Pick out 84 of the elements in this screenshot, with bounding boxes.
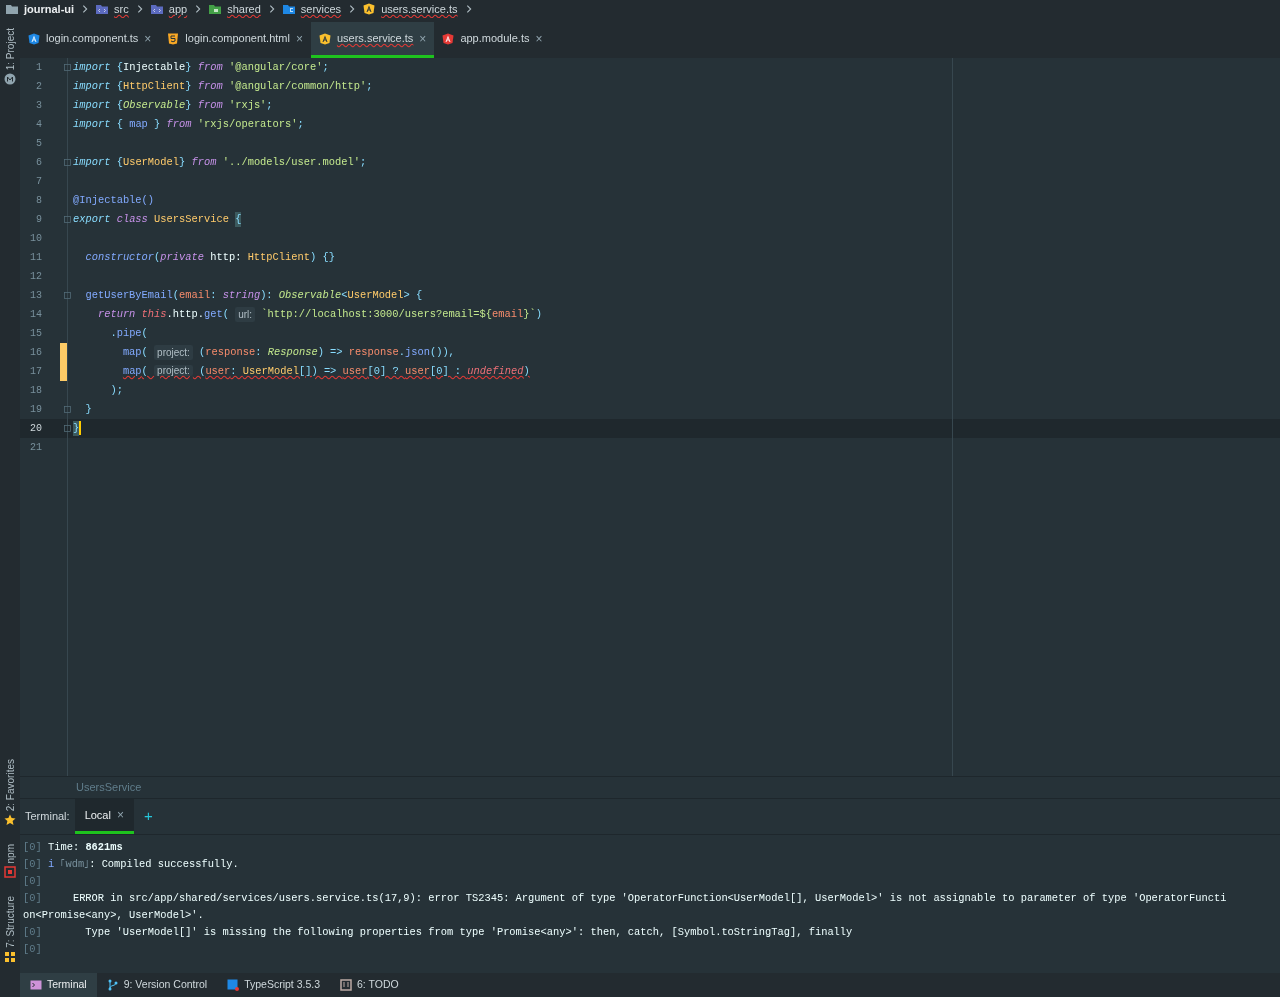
tool-window-button[interactable]: 9: Version Control — [96, 973, 218, 997]
line-number: 5 — [35, 137, 42, 151]
line-number: 17 — [29, 365, 42, 379]
add-button[interactable]: + — [133, 805, 163, 828]
breadcrumb-item[interactable]: shared — [227, 0, 261, 18]
breadcrumb-item[interactable]: src — [114, 0, 129, 18]
line-prefix: [0] — [23, 856, 42, 872]
terminal-line: on<Promise<any>, UserModel>'. — [23, 907, 204, 923]
terminal-line: Time: 8621ms — [46, 839, 123, 855]
tool-window-button[interactable]: 2: Favorites — [2, 758, 18, 811]
close-icon[interactable]: × — [116, 806, 124, 824]
line-number: 13 — [29, 289, 42, 303]
line-number: 6 — [35, 156, 42, 170]
line-number: 12 — [29, 270, 42, 284]
line-prefix: [0] — [23, 873, 42, 889]
fold-icon[interactable] — [63, 63, 72, 72]
line-prefix: [0] — [23, 839, 42, 855]
code-line: .pipe( — [109, 325, 148, 341]
line-number: 14 — [29, 308, 42, 322]
code-line: ); — [109, 382, 123, 398]
line-number: 2 — [35, 80, 42, 94]
breadcrumb-item[interactable]: journal-ui — [24, 0, 75, 18]
line-number: 4 — [35, 118, 42, 132]
line-number: 10 — [29, 232, 42, 246]
close-icon[interactable]: × — [535, 29, 543, 48]
breadcrumb-item[interactable]: services — [300, 0, 342, 18]
code-line: @Injectable() — [72, 192, 155, 208]
terminal-line: i ｢wdm｣: Compiled successfully. — [46, 856, 239, 872]
terminal-label: Terminal: — [24, 809, 71, 825]
code-line: return this.http.get( url: `http://localhost:3000/users?email=${email}`) — [96, 306, 542, 323]
terminal-line: Type 'UserModel[]' is missing the following properties from type 'Promise<any>': then, catch, [Symbol.toStringTag], finally — [84, 924, 853, 940]
tool-window-button[interactable]: Terminal — [20, 973, 97, 997]
line-number: 18 — [29, 384, 42, 398]
editor-tab[interactable]: login.component.ts × — [20, 22, 160, 58]
close-icon[interactable]: × — [419, 29, 427, 48]
tool-window-button[interactable]: 1: Project — [2, 28, 18, 71]
code-line: map( project: (user: UserModel[]) => user[0] ? user[0] : undefined) — [121, 364, 530, 380]
line-number: 21 — [29, 441, 42, 455]
fold-icon[interactable] — [63, 424, 72, 433]
line-number: 16 — [29, 346, 42, 360]
tool-window-button[interactable]: 6: TODO — [330, 973, 409, 997]
code-line: } — [84, 401, 92, 417]
line-number: 9 — [35, 213, 42, 227]
line-number: 11 — [29, 251, 42, 265]
terminal-line: ERROR in src/app/shared/services/users.service.ts(17,9): error TS2345: Argument of type 'OperatorFunction<UserModel[], UserModel>' is not assignable to parameter of type 'OperatorFuncti — [71, 890, 1227, 906]
code-line: import {Injectable} from '@angular/core'; — [72, 59, 329, 75]
line-number: 7 — [35, 175, 42, 189]
close-icon[interactable]: × — [295, 29, 303, 48]
close-icon[interactable]: × — [144, 29, 152, 48]
fold-icon[interactable] — [63, 215, 72, 224]
breadcrumb-item[interactable]: users.service.ts — [381, 0, 458, 18]
breadcrumb-item[interactable]: app — [168, 0, 188, 18]
tab-label: login.component.ts — [46, 31, 139, 47]
line-number: 19 — [29, 403, 42, 417]
line-number: 3 — [35, 99, 42, 113]
terminal-tab[interactable]: Local × — [74, 799, 134, 834]
code-line: export class UsersService { — [68, 211, 242, 228]
tool-window-button[interactable]: npm — [2, 843, 18, 864]
line-number: 8 — [35, 194, 42, 208]
tab-label: login.component.html — [185, 31, 290, 47]
line-number: 15 — [29, 327, 42, 341]
fold-icon[interactable] — [63, 405, 72, 414]
tool-window-button[interactable]: 7: Structure — [2, 896, 18, 948]
editor-tab[interactable]: app.module.ts × — [434, 22, 551, 58]
line-number: 20 — [29, 422, 42, 436]
code-line: import { map } from 'rxjs/operators'; — [72, 116, 304, 132]
line-prefix: [0] — [23, 890, 42, 906]
line-prefix: [0] — [23, 941, 42, 957]
line-prefix: [0] — [23, 924, 42, 940]
fold-icon[interactable] — [63, 158, 72, 167]
text-cursor — [79, 421, 82, 436]
code-line: map( project: (response: Response) => response.json()), — [121, 344, 455, 361]
line-number: 1 — [35, 61, 42, 75]
code-line: import {HttpClient} from '@angular/common/http'; — [72, 78, 373, 94]
tab-label: users.service.ts — [336, 31, 414, 47]
editor-tab[interactable]: login.component.html × — [159, 22, 311, 58]
code-line: import {UserModel} from '../models/user.model'; — [72, 154, 367, 170]
code-line: constructor(private http: HttpClient) {} — [84, 249, 335, 265]
code-line: import {Observable} from 'rxjs'; — [72, 97, 273, 113]
tool-window-button[interactable]: TypeScript 3.5.3 — [217, 973, 331, 997]
fold-icon[interactable] — [63, 291, 72, 300]
tab-label: app.module.ts — [460, 31, 530, 47]
code-line: getUserByEmail(email: string): Observable<UserModel> { — [84, 287, 423, 303]
editor-tab[interactable]: users.service.ts × — [310, 22, 435, 58]
